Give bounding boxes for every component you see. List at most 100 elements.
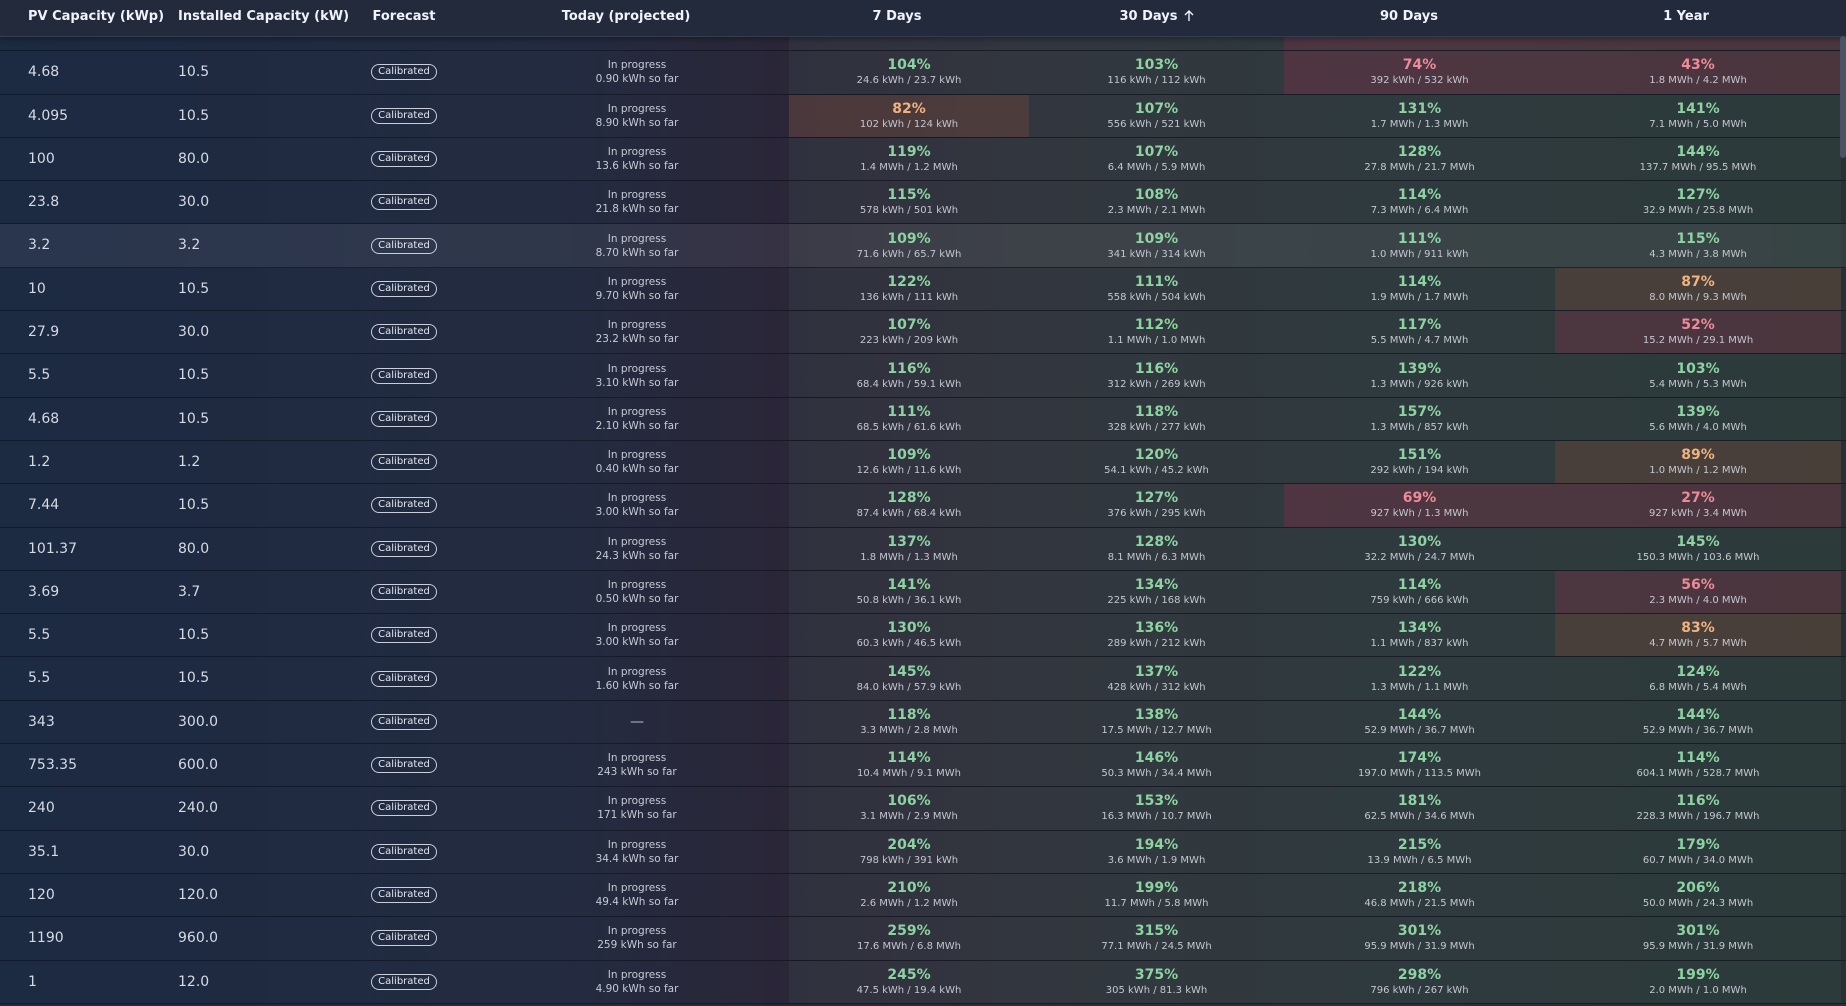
installed-capacity-cell: 10.5 xyxy=(178,367,210,384)
forecast-cell: Calibrated xyxy=(364,787,444,829)
today-value: 24.3 kWh so far xyxy=(595,549,679,562)
percent-value: 145% xyxy=(1676,533,1720,550)
forecast-cell: Calibrated xyxy=(364,51,444,93)
column-header-forecast[interactable]: Forecast xyxy=(364,0,444,36)
period-cell-90-days: 114% 1.9 MWh / 1.7 MWh xyxy=(1284,267,1555,311)
percent-value: 119% xyxy=(887,144,931,161)
period-cell-30-days: 146% 50.3 MWh / 34.4 MWh xyxy=(1029,744,1284,787)
table-row[interactable]: 5.5 10.5 Calibrated In progress 1.60 kWh… xyxy=(0,657,1846,701)
table-row[interactable]: 100 80.0 Calibrated In progress 13.6 kWh… xyxy=(0,137,1846,182)
table-row[interactable]: 1 12.0 Calibrated In progress 4.90 kWh s… xyxy=(0,960,1846,1004)
table-row[interactable]: 753.35 600.0 Calibrated In progress 243 … xyxy=(0,744,1846,788)
table-row[interactable]: 1190 960.0 Calibrated In progress 259 kW… xyxy=(0,917,1846,961)
percent-value: 118% xyxy=(1134,403,1179,420)
table-row[interactable]: 27.9 30.0 Calibrated In progress 23.2 kW… xyxy=(0,311,1846,355)
column-header-30-days[interactable]: 30 Days xyxy=(1029,0,1284,36)
period-cell-1-year: 116% 228.3 MWh / 196.7 MWh xyxy=(1555,787,1841,830)
column-header-installed-capacity[interactable]: Installed Capacity (kW) xyxy=(178,0,378,36)
percent-value: 74% xyxy=(1402,57,1437,74)
column-header-90-days[interactable]: 90 Days xyxy=(1284,0,1534,36)
table-row[interactable]: 7.44 10.5 Calibrated In progress 3.00 kW… xyxy=(0,484,1846,528)
table-row[interactable]: 240 240.0 Calibrated In progress 171 kWh… xyxy=(0,787,1846,831)
energy-detail: 2.3 MWh / 2.1 MWh xyxy=(1107,205,1206,217)
percent-value: 301% xyxy=(1676,923,1720,940)
period-cell-7-days: 141% 50.8 kWh / 36.1 kWh xyxy=(789,570,1029,614)
table-row[interactable]: 3.69 3.7 Calibrated In progress 0.50 kWh… xyxy=(0,570,1846,615)
table-row[interactable]: 5.5 10.5 Calibrated In progress 3.00 kWh… xyxy=(0,614,1846,658)
percent-value: 115% xyxy=(1676,230,1720,247)
pv-capacity-cell: 27.9 xyxy=(28,324,60,341)
installed-capacity-cell: 3.7 xyxy=(178,583,201,600)
calibrated-badge: Calibrated xyxy=(371,324,437,341)
period-cell-1-year: 141% 7.1 MWh / 5.0 MWh xyxy=(1555,94,1841,137)
table-row[interactable]: 4.68 10.5 Calibrated In progress 2.10 kW… xyxy=(0,397,1846,441)
table-row[interactable]: 4.68 10.5 Calibrated In progress 0.90 kW… xyxy=(0,51,1846,95)
energy-detail: 95.9 MWh / 31.9 MWh xyxy=(1364,941,1475,953)
period-cell-7-days: 128% 87.4 kWh / 68.4 kWh xyxy=(789,484,1029,527)
percent-value: 375% xyxy=(1134,966,1179,983)
pv-capacity-cell: 5.5 xyxy=(28,367,51,384)
today-cell: — xyxy=(526,701,748,743)
table-row[interactable]: 3.2 3.2 Calibrated In progress 8.70 kWh … xyxy=(0,224,1846,268)
today-status: In progress xyxy=(607,492,667,505)
energy-detail: 136 kWh / 111 kWh xyxy=(859,291,959,303)
table-row[interactable]: 1.2 1.2 Calibrated In progress 0.40 kWh … xyxy=(0,440,1846,485)
table-row[interactable]: 343 300.0 Calibrated — 118% 3.3 MWh / 2.… xyxy=(0,700,1846,745)
percent-value: 134% xyxy=(1134,577,1179,593)
calibrated-badge: Calibrated xyxy=(371,194,437,211)
percent-value: 134% xyxy=(1397,620,1442,637)
forecast-cell: Calibrated xyxy=(364,224,444,266)
percent-value: 109% xyxy=(887,447,931,464)
period-cell-90-days: 114% 7.3 MWh / 6.4 MWh xyxy=(1284,181,1555,224)
table-row[interactable]: 23.8 30.0 Calibrated In progress 21.8 kW… xyxy=(0,181,1846,225)
column-header-today[interactable]: Today (projected) xyxy=(526,0,726,36)
period-cell-30-days: 127% 376 kWh / 295 kWh xyxy=(1029,484,1284,527)
forecast-cell: Calibrated xyxy=(364,95,444,137)
period-cell-1-year: 5.4 MWh / 9.4 MWh xyxy=(1555,36,1841,51)
today-status: In progress xyxy=(607,882,667,895)
table-row[interactable]: 120 120.0 Calibrated In progress 49.4 kW… xyxy=(0,873,1846,918)
today-value: — xyxy=(630,713,644,730)
column-header-1-year[interactable]: 1 Year xyxy=(1555,0,1817,36)
table-row[interactable]: 5.5 10.5 Calibrated In progress 3.10 kWh… xyxy=(0,354,1846,398)
today-status: In progress xyxy=(607,319,667,332)
energy-detail: 50.8 kWh / 36.1 kWh xyxy=(856,595,962,606)
table-row[interactable]: 10 10.5 Calibrated 3.40 kWh so far 84.5 … xyxy=(0,36,1846,52)
energy-detail: 68.4 kWh / 59.1 kWh xyxy=(856,378,962,390)
energy-detail: 2.0 MWh / 1.0 MWh xyxy=(1649,984,1747,996)
table-row[interactable]: 4.095 10.5 Calibrated In progress 8.90 k… xyxy=(0,94,1846,138)
percent-value: 131% xyxy=(1397,100,1442,117)
today-cell: In progress 4.90 kWh so far xyxy=(526,961,748,1003)
percent-value: 109% xyxy=(1134,230,1179,247)
energy-detail: 1.4 MWh / 1.2 MWh xyxy=(860,162,958,174)
today-value: 3.00 kWh so far xyxy=(595,506,679,519)
table-row[interactable]: 35.1 30.0 Calibrated In progress 34.4 kW… xyxy=(0,830,1846,874)
energy-detail: 11.7 MWh / 5.8 MWh xyxy=(1104,898,1209,910)
forecast-cell: Calibrated xyxy=(364,614,444,656)
percent-value: 106% xyxy=(887,793,931,810)
installed-capacity-cell: 30.0 xyxy=(178,843,210,860)
column-header-7-days[interactable]: 7 Days xyxy=(789,0,1005,36)
calibrated-badge: Calibrated xyxy=(371,410,437,427)
vertical-scrollbar[interactable] xyxy=(1840,36,1846,158)
percent-value: 130% xyxy=(887,620,931,637)
forecast-cell: Calibrated xyxy=(364,701,444,743)
installed-capacity-cell: 10.5 xyxy=(178,670,210,687)
energy-detail: 1.0 MWh / 911 kWh xyxy=(1370,248,1469,260)
table-row[interactable]: 10 10.5 Calibrated In progress 9.70 kWh … xyxy=(0,267,1846,312)
energy-detail: 556 kWh / 521 kWh xyxy=(1107,118,1206,130)
table-row[interactable]: 101.37 80.0 Calibrated In progress 24.3 … xyxy=(0,527,1846,571)
percent-value: 215% xyxy=(1397,836,1442,853)
installed-capacity-cell: 80.0 xyxy=(178,540,210,557)
energy-detail: 1.3 MWh / 857 kWh xyxy=(1370,421,1469,433)
period-cell-7-days: 114% 10.4 MWh / 9.1 MWh xyxy=(789,744,1029,787)
energy-detail: 428 kWh / 312 kWh xyxy=(1107,681,1206,693)
percent-value: 181% xyxy=(1397,793,1442,810)
today-status: In progress xyxy=(607,579,667,591)
forecast-cell: Calibrated xyxy=(364,311,444,353)
column-header-pv-capacity[interactable]: PV Capacity (kWp) xyxy=(28,0,178,36)
percent-value: 206% xyxy=(1676,880,1720,897)
energy-detail: 116 kWh / 112 kWh xyxy=(1107,75,1206,87)
percent-value: 104% xyxy=(887,57,931,74)
pv-capacity-cell: 100 xyxy=(28,150,55,167)
